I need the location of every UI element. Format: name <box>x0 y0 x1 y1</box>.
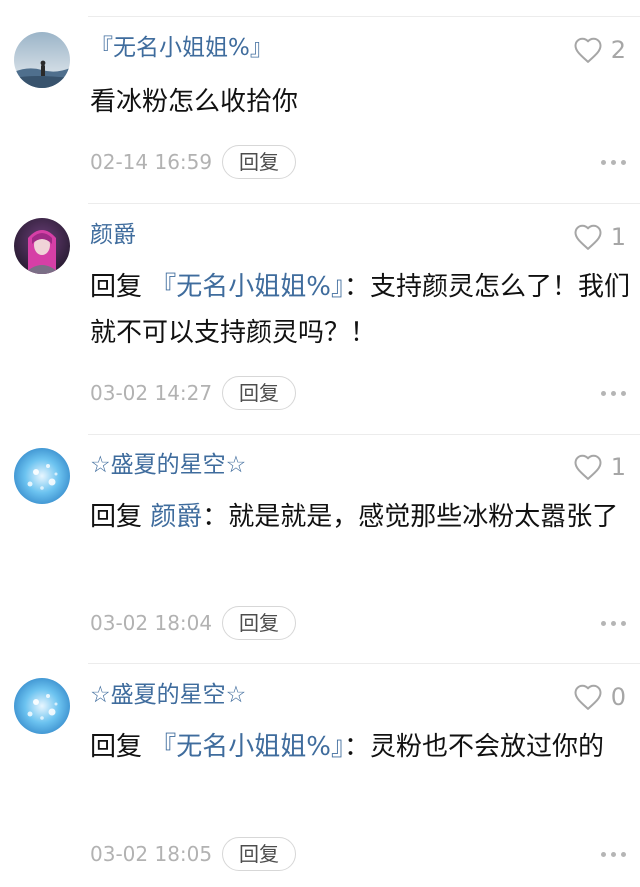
more-dots-icon[interactable] <box>601 160 626 165</box>
reply-prefix: 回复 <box>90 732 151 762</box>
comment-time: 03-02 18:05 <box>90 842 213 866</box>
avatar[interactable] <box>14 218 70 274</box>
like-button[interactable]: 1 <box>573 452 626 482</box>
heart-outline-icon <box>574 684 602 710</box>
heart-outline-icon <box>574 37 602 63</box>
comment-text: 回复 颜爵：就是就是，感觉那些冰粉太嚣张了 <box>90 494 630 540</box>
like-button[interactable]: 1 <box>573 222 626 252</box>
avatar[interactable] <box>14 32 70 88</box>
username[interactable]: 颜爵 <box>90 220 136 250</box>
comment-body: ：灵粉也不会放过你的 <box>343 732 604 762</box>
comment-time: 03-02 14:27 <box>90 381 213 405</box>
mention-link[interactable]: 颜爵 <box>150 502 202 532</box>
top-divider <box>88 16 640 17</box>
more-dots-icon[interactable] <box>601 391 626 396</box>
reply-button[interactable]: 回复 <box>222 606 296 640</box>
comment-time: 02-14 16:59 <box>90 150 213 174</box>
username[interactable]: ☆盛夏的星空☆ <box>90 680 246 710</box>
reply-prefix: 回复 <box>90 502 151 532</box>
reply-button[interactable]: 回复 <box>222 376 296 410</box>
comment-body: ：就是就是，感觉那些冰粉太嚣张了 <box>202 502 619 532</box>
like-button[interactable]: 2 <box>573 35 626 65</box>
like-count: 1 <box>610 453 626 481</box>
comment-text: 看冰粉怎么收拾你 <box>90 79 630 125</box>
reply-prefix: 回复 <box>90 272 151 302</box>
more-dots-icon[interactable] <box>601 852 626 857</box>
like-count: 2 <box>610 36 626 64</box>
mention-link[interactable]: 『无名小姐姐%』 <box>150 272 344 302</box>
reply-button[interactable]: 回复 <box>222 145 296 179</box>
username[interactable]: 『无名小姐姐%』 <box>90 33 273 63</box>
more-dots-icon[interactable] <box>601 621 626 626</box>
reply-button[interactable]: 回复 <box>222 837 296 871</box>
heart-outline-icon <box>574 224 602 250</box>
comment-text: 回复 『无名小姐姐%』：支持颜灵怎么了！我们就不可以支持颜灵吗？！ <box>90 264 630 356</box>
like-count: 0 <box>610 683 626 711</box>
avatar[interactable] <box>14 678 70 734</box>
divider <box>88 663 640 664</box>
mention-link[interactable]: 『无名小姐姐%』 <box>150 732 344 762</box>
comment-time: 03-02 18:04 <box>90 611 213 635</box>
divider <box>88 203 640 204</box>
heart-outline-icon <box>574 454 602 480</box>
avatar[interactable] <box>14 448 70 504</box>
comment-body: 看冰粉怎么收拾你 <box>90 87 299 117</box>
like-count: 1 <box>610 223 626 251</box>
like-button[interactable]: 0 <box>573 682 626 712</box>
divider <box>88 434 640 435</box>
comment-text: 回复 『无名小姐姐%』：灵粉也不会放过你的 <box>90 724 630 770</box>
username[interactable]: ☆盛夏的星空☆ <box>90 450 246 480</box>
